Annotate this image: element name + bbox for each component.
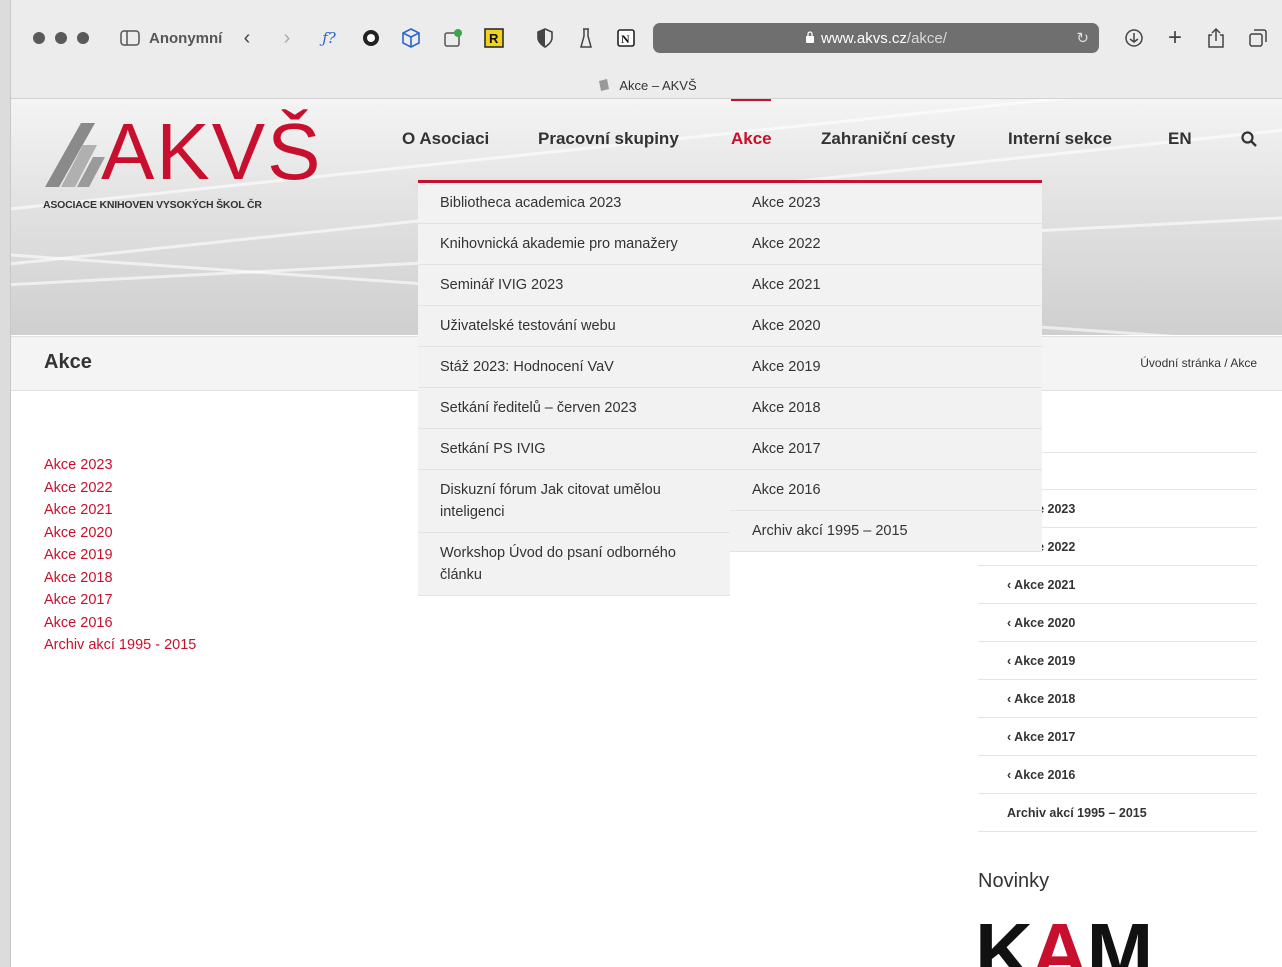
favicon-icon [597, 77, 611, 94]
sidebar-item-akce-2018[interactable]: ‹ Akce 2018 [978, 680, 1257, 718]
dropdown-year-item[interactable]: Akce 2022 [730, 224, 1042, 265]
reload-icon[interactable]: ↻ [1076, 29, 1089, 47]
downloads-icon[interactable] [1123, 24, 1145, 52]
akce-link-list: Akce 2023 Akce 2022 Akce 2021 Akce 2020 … [44, 454, 196, 657]
tab-title: Akce – AKVŠ [619, 77, 697, 93]
dropdown-item[interactable]: Uživatelské testování webu [418, 306, 730, 347]
new-tab-icon[interactable]: + [1165, 24, 1185, 52]
link-akce-2019[interactable]: Akce 2019 [44, 544, 196, 567]
active-tab[interactable]: Akce – AKVŠ [11, 72, 1282, 99]
dropdown-year-item[interactable]: Akce 2018 [730, 388, 1042, 429]
nav-zahranicni-cesty[interactable]: Zahraniční cesty [821, 129, 955, 149]
dropdown-item[interactable]: Stáž 2023: Hodnocení VaV [418, 347, 730, 388]
link-akce-2018[interactable]: Akce 2018 [44, 567, 196, 590]
formula-extension-icon[interactable]: ƒ? [316, 24, 342, 52]
dropdown-year-item[interactable]: Akce 2020 [730, 306, 1042, 347]
dropdown-item[interactable]: Bibliotheca academica 2023 [418, 183, 730, 224]
akce-dropdown-menu: Bibliotheca academica 2023 Knihovnická a… [418, 180, 1042, 596]
logo-text: AKVŠ [101, 107, 323, 196]
link-akce-2016[interactable]: Akce 2016 [44, 612, 196, 635]
address-path: /akce/ [906, 29, 947, 47]
link-akce-2021[interactable]: Akce 2021 [44, 499, 196, 522]
nav-pracovni-skupiny[interactable]: Pracovní skupiny [538, 129, 679, 149]
news-logo[interactable]: KAM [975, 912, 1153, 967]
lock-icon [805, 30, 815, 46]
svg-text:R: R [489, 31, 499, 46]
record-extension-icon[interactable] [361, 24, 381, 52]
dropdown-year-item[interactable]: Akce 2023 [730, 183, 1042, 224]
active-nav-indicator [731, 99, 771, 101]
profile-label[interactable]: Anonymní [149, 24, 222, 52]
address-host: www.akvs.cz [821, 29, 907, 47]
minimize-window-button[interactable] [55, 32, 67, 44]
forward-icon[interactable]: › [279, 24, 295, 52]
dropdown-item[interactable]: Workshop Úvod do psaní odborného článku [418, 533, 730, 596]
dropdown-year-item[interactable]: Akce 2016 [730, 470, 1042, 511]
svg-text:N: N [621, 32, 630, 46]
dropdown-item[interactable]: Diskuzní fórum Jak citovat umělou inteli… [418, 470, 730, 533]
notion-extension-icon[interactable]: N [615, 24, 637, 52]
dropdown-years-column: Akce 2023 Akce 2022 Akce 2021 Akce 2020 … [730, 183, 1042, 552]
dropdown-year-item[interactable]: Akce 2021 [730, 265, 1042, 306]
address-bar[interactable]: www.akvs.cz/akce/ ↻ [653, 23, 1099, 53]
logo-subtitle: ASOCIACE KNIHOVEN VYSOKÝCH ŠKOL ČR [43, 199, 262, 211]
sidebar-item-akce-2021[interactable]: ‹ Akce 2021 [978, 566, 1257, 604]
cube-extension-icon[interactable] [399, 24, 423, 52]
link-akce-2022[interactable]: Akce 2022 [44, 477, 196, 500]
dropdown-item[interactable]: Knihovnická akademie pro manažery [418, 224, 730, 265]
breadcrumb[interactable]: Úvodní stránka / Akce [1140, 356, 1257, 370]
dropdown-item[interactable]: Setkání ředitelů – červen 2023 [418, 388, 730, 429]
dropdown-item[interactable]: Setkání PS IVIG [418, 429, 730, 470]
close-window-button[interactable] [33, 32, 45, 44]
sidebar-item-akce-2017[interactable]: ‹ Akce 2017 [978, 718, 1257, 756]
nav-en[interactable]: EN [1168, 129, 1192, 149]
page-title: Akce [44, 351, 92, 373]
browser-window: Anonymní ‹ › ƒ? R N www.akvs.cz/akce/ ↻ … [10, 0, 1282, 967]
search-icon[interactable] [1241, 131, 1257, 152]
browser-toolbar: Anonymní ‹ › ƒ? R N www.akvs.cz/akce/ ↻ … [11, 0, 1282, 72]
share-icon[interactable] [1206, 24, 1226, 52]
sidebar-item-akce-2019[interactable]: ‹ Akce 2019 [978, 642, 1257, 680]
link-akce-2017[interactable]: Akce 2017 [44, 589, 196, 612]
back-icon[interactable]: ‹ [239, 24, 255, 52]
readwise-extension-icon[interactable]: R [483, 24, 505, 52]
news-heading: Novinky [978, 870, 1050, 892]
shield-extension-icon[interactable] [535, 24, 555, 52]
nav-interni-sekce[interactable]: Interní sekce [1008, 129, 1112, 149]
dropdown-year-item[interactable]: Akce 2017 [730, 429, 1042, 470]
site-logo[interactable]: AKVŠ ASOCIACE KNIHOVEN VYSOKÝCH ŠKOL ČR [43, 107, 320, 211]
sidebar-toggle-icon[interactable] [119, 24, 141, 52]
nav-o-asociaci[interactable]: O Asociaci [402, 129, 489, 149]
flask-extension-icon[interactable] [577, 24, 595, 52]
dropdown-item[interactable]: Seminář IVIG 2023 [418, 265, 730, 306]
dropdown-events-column: Bibliotheca academica 2023 Knihovnická a… [418, 183, 730, 596]
sidebar-item-akce-2020[interactable]: ‹ Akce 2020 [978, 604, 1257, 642]
link-akce-2023[interactable]: Akce 2023 [44, 454, 196, 477]
sidebar-item-archiv[interactable]: Archiv akcí 1995 – 2015 [978, 794, 1257, 832]
tab-overview-icon[interactable] [1247, 24, 1269, 52]
sidebar-item-akce-2016[interactable]: ‹ Akce 2016 [978, 756, 1257, 794]
dropdown-year-item[interactable]: Akce 2019 [730, 347, 1042, 388]
dropdown-year-item[interactable]: Archiv akcí 1995 – 2015 [730, 511, 1042, 552]
link-akce-2020[interactable]: Akce 2020 [44, 522, 196, 545]
zoom-window-button[interactable] [77, 32, 89, 44]
link-archiv[interactable]: Archiv akcí 1995 - 2015 [44, 634, 196, 657]
nav-akce[interactable]: Akce [731, 129, 772, 149]
puzzle-extension-icon[interactable] [441, 24, 465, 52]
